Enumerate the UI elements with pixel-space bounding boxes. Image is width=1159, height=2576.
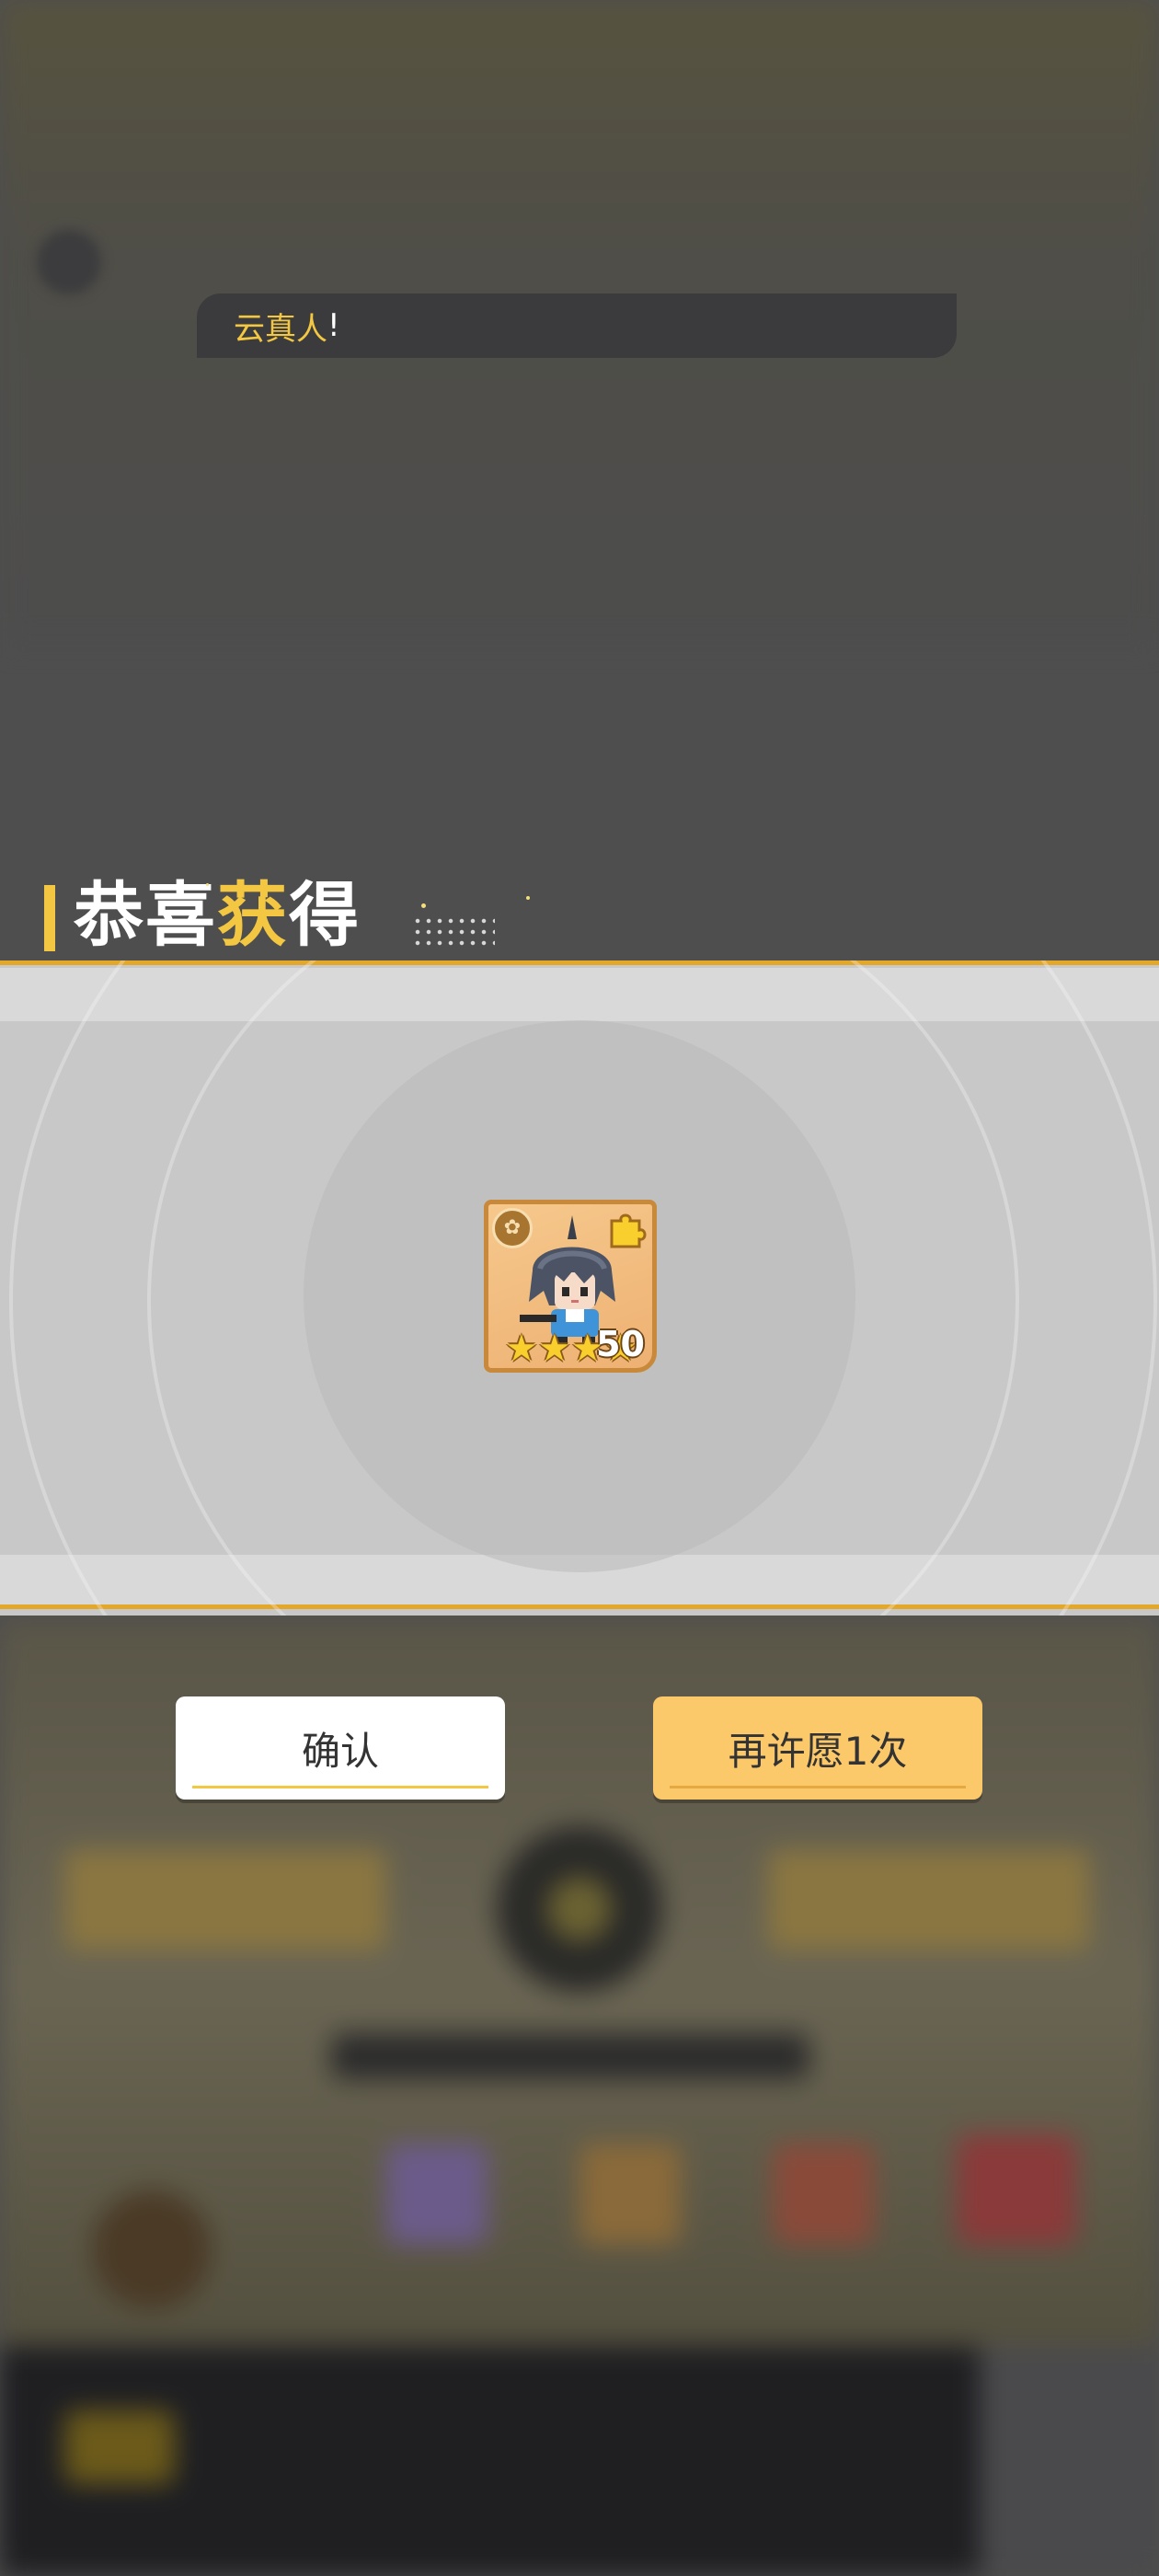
lotus-badge-icon: ✿: [492, 1208, 533, 1248]
background-avatar: [92, 2190, 212, 2309]
title-highlight: 获: [217, 874, 289, 956]
background-orb-core: [547, 1877, 612, 1941]
confirm-button[interactable]: 确认: [176, 1696, 505, 1800]
background-nav-right: [980, 2346, 1159, 2576]
title-dots-decoration: [412, 915, 495, 949]
background-nav-icon: [64, 2410, 175, 2484]
wish-again-underline: [670, 1786, 966, 1788]
background-button-left: [64, 1849, 386, 1950]
sparkle-2: [526, 896, 530, 900]
message-name: 云真人: [234, 310, 327, 348]
title-text: 恭喜获得: [74, 874, 361, 957]
item-level: 50: [596, 1324, 645, 1364]
confirm-label: 确认: [301, 1728, 379, 1774]
reward-title: 恭喜获得: [44, 874, 361, 957]
background-tile-3: [773, 2144, 874, 2245]
sparkle-1: [421, 903, 426, 908]
puzzle-piece-icon: [610, 1213, 647, 1248]
background-tile-2: [580, 2144, 681, 2245]
sparkle-3: [206, 883, 209, 886]
blurred-avatar: [37, 230, 101, 294]
message-punct: !: [327, 307, 340, 344]
wish-again-label: 再许愿1次: [728, 1728, 908, 1774]
wish-again-button[interactable]: 再许愿1次: [653, 1696, 982, 1800]
title-accent-stripe: [44, 885, 55, 951]
message-bar: 云真人 !: [197, 293, 957, 358]
background-button-right: [768, 1849, 1090, 1950]
background-progress-bar: [331, 2033, 809, 2079]
confirm-underline: [192, 1786, 488, 1788]
title-part2: 得: [289, 874, 361, 956]
title-part1: 恭喜: [74, 874, 217, 956]
reward-item-card[interactable]: ✿ ★★★★ 50: [484, 1200, 657, 1373]
background-tile-4: [957, 2134, 1076, 2245]
background-tile-1: [386, 2144, 488, 2245]
